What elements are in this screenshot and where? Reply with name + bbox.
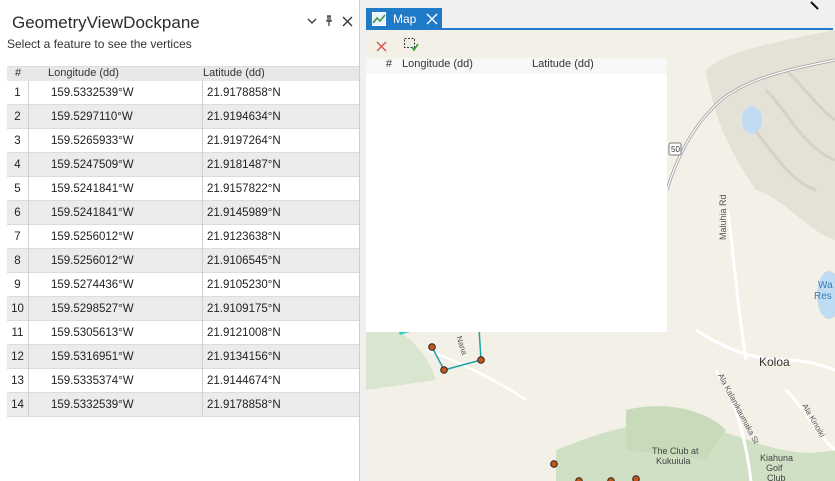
- longitude-cell[interactable]: 159.5241841°W: [29, 176, 203, 201]
- row-number[interactable]: 4: [7, 152, 29, 177]
- longitude-cell[interactable]: 159.5316951°W: [29, 344, 203, 369]
- latitude-cell[interactable]: 21.9194634°N: [203, 105, 359, 129]
- tab-map[interactable]: Map: [366, 8, 442, 30]
- latitude-cell[interactable]: 21.9109175°N: [203, 297, 359, 321]
- latitude-cell[interactable]: 21.9105230°N: [203, 273, 359, 297]
- longitude-cell[interactable]: 159.5256012°W: [29, 248, 203, 273]
- pin-icon[interactable]: [322, 14, 336, 28]
- tab-map-label: Map: [393, 12, 417, 26]
- close-tab-icon[interactable]: [426, 13, 438, 25]
- latitude-cell[interactable]: 21.9144674°N: [203, 369, 359, 393]
- table-row[interactable]: 12 159.5316951°W 21.9134156°N: [7, 344, 359, 369]
- place-label-kiahuna-3: Club: [767, 473, 786, 481]
- column-header-num[interactable]: #: [7, 67, 29, 81]
- chevron-down-icon[interactable]: [305, 14, 319, 28]
- map-overlay-table[interactable]: # Longitude (dd) Latitude (dd): [366, 58, 667, 332]
- grid-header: # Longitude (dd) Latitude (dd): [7, 67, 359, 81]
- overlay-column-num[interactable]: #: [366, 58, 402, 74]
- row-number[interactable]: 7: [7, 224, 29, 249]
- table-row[interactable]: 6 159.5241841°W 21.9145989°N: [7, 200, 359, 225]
- table-row[interactable]: 11 159.5305613°W 21.9121008°N: [7, 320, 359, 345]
- column-header-latitude[interactable]: Latitude (dd): [203, 67, 359, 81]
- latitude-cell[interactable]: 21.9157822°N: [203, 177, 359, 201]
- dockpane-header: GeometryViewDockpane Select a feature to…: [0, 0, 359, 64]
- map-icon: [372, 12, 386, 26]
- table-row[interactable]: 5 159.5241841°W 21.9157822°N: [7, 176, 359, 201]
- geometry-dockpane: GeometryViewDockpane Select a feature to…: [0, 0, 360, 481]
- row-number[interactable]: 6: [7, 200, 29, 225]
- select-tool-icon[interactable]: [403, 36, 419, 52]
- latitude-cell[interactable]: 21.9178858°N: [203, 81, 359, 105]
- table-row[interactable]: 13 159.5335374°W 21.9144674°N: [7, 368, 359, 393]
- vertices-grid[interactable]: # Longitude (dd) Latitude (dd) 1 159.5332…: [7, 66, 359, 481]
- latitude-cell[interactable]: 21.9121008°N: [203, 321, 359, 345]
- table-row[interactable]: 10 159.5298527°W 21.9109175°N: [7, 296, 359, 321]
- map-canvas[interactable]: 50 Maluhia Rd Koloa Ala Kalanikaumaka St…: [366, 30, 835, 481]
- latitude-cell[interactable]: 21.9145989°N: [203, 201, 359, 225]
- table-row[interactable]: 8 159.5256012°W 21.9106545°N: [7, 248, 359, 273]
- route-label: 50: [671, 145, 680, 154]
- tab-bar: Map: [366, 0, 835, 30]
- row-number[interactable]: 14: [7, 392, 29, 417]
- dockpane-subtitle: Select a feature to see the vertices: [7, 37, 192, 51]
- overlay-column-longitude[interactable]: Longitude (dd): [402, 58, 532, 74]
- map-pane: Map 50 Maluhia Rd Koloa Ala Kalanikaumak…: [366, 0, 835, 481]
- longitude-cell[interactable]: 159.5297110°W: [29, 104, 203, 129]
- place-label-kiahuna-1: Kiahuna: [760, 453, 794, 463]
- table-row[interactable]: 7 159.5256012°W 21.9123638°N: [7, 224, 359, 249]
- row-number[interactable]: 1: [7, 80, 29, 105]
- longitude-cell[interactable]: 159.5247509°W: [29, 152, 203, 177]
- road-label-maluhia: Maluhia Rd: [718, 194, 728, 240]
- place-label-kiahuna-2: Golf: [766, 463, 783, 473]
- overlay-column-latitude[interactable]: Latitude (dd): [532, 58, 662, 74]
- longitude-cell[interactable]: 159.5332539°W: [29, 392, 203, 417]
- latitude-cell[interactable]: 21.9106545°N: [203, 249, 359, 273]
- dockpane-title: GeometryViewDockpane: [12, 13, 200, 32]
- row-number[interactable]: 3: [7, 128, 29, 153]
- map-toolbar: [366, 30, 667, 58]
- longitude-cell[interactable]: 159.5335374°W: [29, 368, 203, 393]
- longitude-cell[interactable]: 159.5305613°W: [29, 320, 203, 345]
- latitude-cell[interactable]: 21.9197264°N: [203, 129, 359, 153]
- latitude-cell[interactable]: 21.9181487°N: [203, 153, 359, 177]
- row-number[interactable]: 8: [7, 248, 29, 273]
- edge-label-2: Res: [814, 291, 832, 302]
- longitude-cell[interactable]: 159.5256012°W: [29, 224, 203, 249]
- edge-label-1: Wa: [818, 280, 833, 291]
- longitude-cell[interactable]: 159.5241841°W: [29, 200, 203, 225]
- place-label-club-1: The Club at: [652, 446, 699, 456]
- table-row[interactable]: 4 159.5247509°W 21.9181487°N: [7, 152, 359, 177]
- latitude-cell[interactable]: 21.9178858°N: [203, 393, 359, 417]
- longitude-cell[interactable]: 159.5332539°W: [29, 80, 203, 105]
- latitude-cell[interactable]: 21.9134156°N: [203, 345, 359, 369]
- table-row[interactable]: 9 159.5274436°W 21.9105230°N: [7, 272, 359, 297]
- row-number[interactable]: 11: [7, 320, 29, 345]
- grid-rows: 1 159.5332539°W 21.9178858°N 2 159.5297110°W…: [7, 80, 359, 417]
- row-number[interactable]: 5: [7, 176, 29, 201]
- overlay-header: # Longitude (dd) Latitude (dd): [366, 58, 667, 74]
- row-number[interactable]: 12: [7, 344, 29, 369]
- row-number[interactable]: 13: [7, 368, 29, 393]
- town-label-koloa: Koloa: [759, 355, 790, 369]
- latitude-cell[interactable]: 21.9123638°N: [203, 225, 359, 249]
- column-header-longitude[interactable]: Longitude (dd): [29, 67, 203, 81]
- row-number[interactable]: 2: [7, 104, 29, 129]
- longitude-cell[interactable]: 159.5298527°W: [29, 296, 203, 321]
- close-icon[interactable]: [340, 14, 354, 28]
- longitude-cell[interactable]: 159.5265933°W: [29, 128, 203, 153]
- table-row[interactable]: 3 159.5265933°W 21.9197264°N: [7, 128, 359, 153]
- table-row[interactable]: 14 159.5332539°W 21.9178858°N: [7, 392, 359, 417]
- place-label-club-2: Kukuiula: [656, 456, 691, 466]
- row-number[interactable]: 9: [7, 272, 29, 297]
- table-row[interactable]: 1 159.5332539°W 21.9178858°N: [7, 80, 359, 105]
- row-number[interactable]: 10: [7, 296, 29, 321]
- longitude-cell[interactable]: 159.5274436°W: [29, 272, 203, 297]
- cursor-icon: [810, 0, 820, 10]
- clear-selection-icon[interactable]: [376, 39, 387, 52]
- table-row[interactable]: 2 159.5297110°W 21.9194634°N: [7, 104, 359, 129]
